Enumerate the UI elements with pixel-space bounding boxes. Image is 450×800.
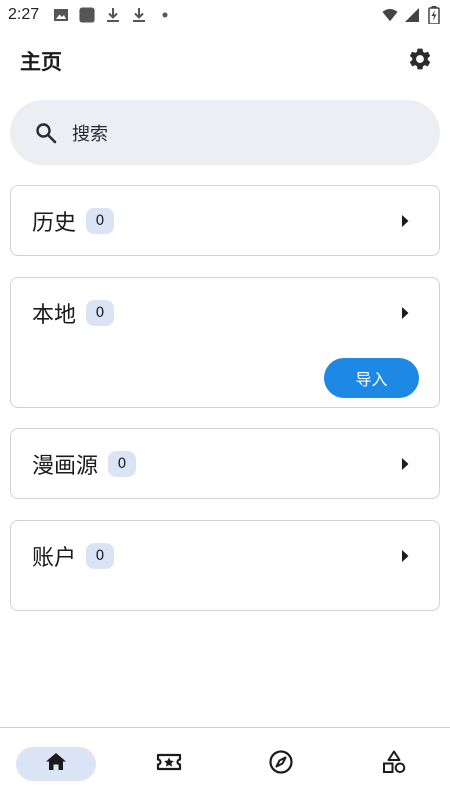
status-bar: 2:27 [0,0,450,30]
dot-icon [157,7,173,23]
history-count-badge: 0 [86,208,115,234]
image-icon [53,7,69,23]
nav-active-indicator [16,747,97,781]
history-card[interactable]: 历史 0 [10,185,440,256]
import-button[interactable]: 导入 [324,358,419,398]
wifi-icon [382,7,398,23]
history-title: 历史 [32,211,77,236]
status-notification-icons [53,7,173,23]
local-title: 本地 [32,303,77,328]
battery-charging-icon [426,6,442,24]
download-icon [105,7,121,23]
search-icon [34,121,58,145]
nav-item-favorites[interactable] [113,728,226,800]
accounts-count-badge: 0 [86,543,115,569]
comic-source-title: 漫画源 [32,454,99,479]
status-time: 2:27 [8,6,40,23]
page-title: 主页 [20,50,62,74]
shapes-icon [381,749,407,779]
app-square-icon [79,7,95,23]
local-count-badge: 0 [86,300,115,326]
accounts-title: 账户 [32,546,77,571]
nav-item-categories[interactable] [338,728,450,800]
chevron-right-icon [397,213,413,229]
chevron-right-icon [397,456,413,472]
status-system-icons [382,6,442,24]
bottom-nav [0,728,450,800]
compass-icon [268,749,294,779]
settings-button[interactable] [400,41,440,81]
search-bar[interactable]: 搜索 [10,100,440,165]
search-placeholder: 搜索 [72,123,108,145]
chevron-right-icon [397,548,413,564]
nav-pill [354,747,434,781]
app-bar: 主页 [0,40,450,82]
chevron-right-icon [397,305,413,321]
local-card[interactable]: 本地 0 导入 [10,277,440,408]
history-card-header: 历史 0 [32,186,115,256]
ticket-star-icon [156,750,182,778]
signal-icon [404,7,420,23]
comic-source-card[interactable]: 漫画源 0 [10,428,440,499]
nav-pill [241,747,321,781]
gear-icon [407,46,433,76]
comic-source-count-badge: 0 [108,451,137,477]
accounts-card[interactable]: 账户 0 [10,520,440,611]
comic-source-card-header: 漫画源 0 [32,429,137,499]
nav-item-explore[interactable] [225,728,338,800]
download-icon [131,7,147,23]
accounts-card-header: 账户 0 [32,521,115,591]
nav-item-home[interactable] [0,728,113,800]
local-card-header: 本地 0 [32,278,115,348]
nav-pill [129,747,209,781]
home-icon [44,750,68,778]
